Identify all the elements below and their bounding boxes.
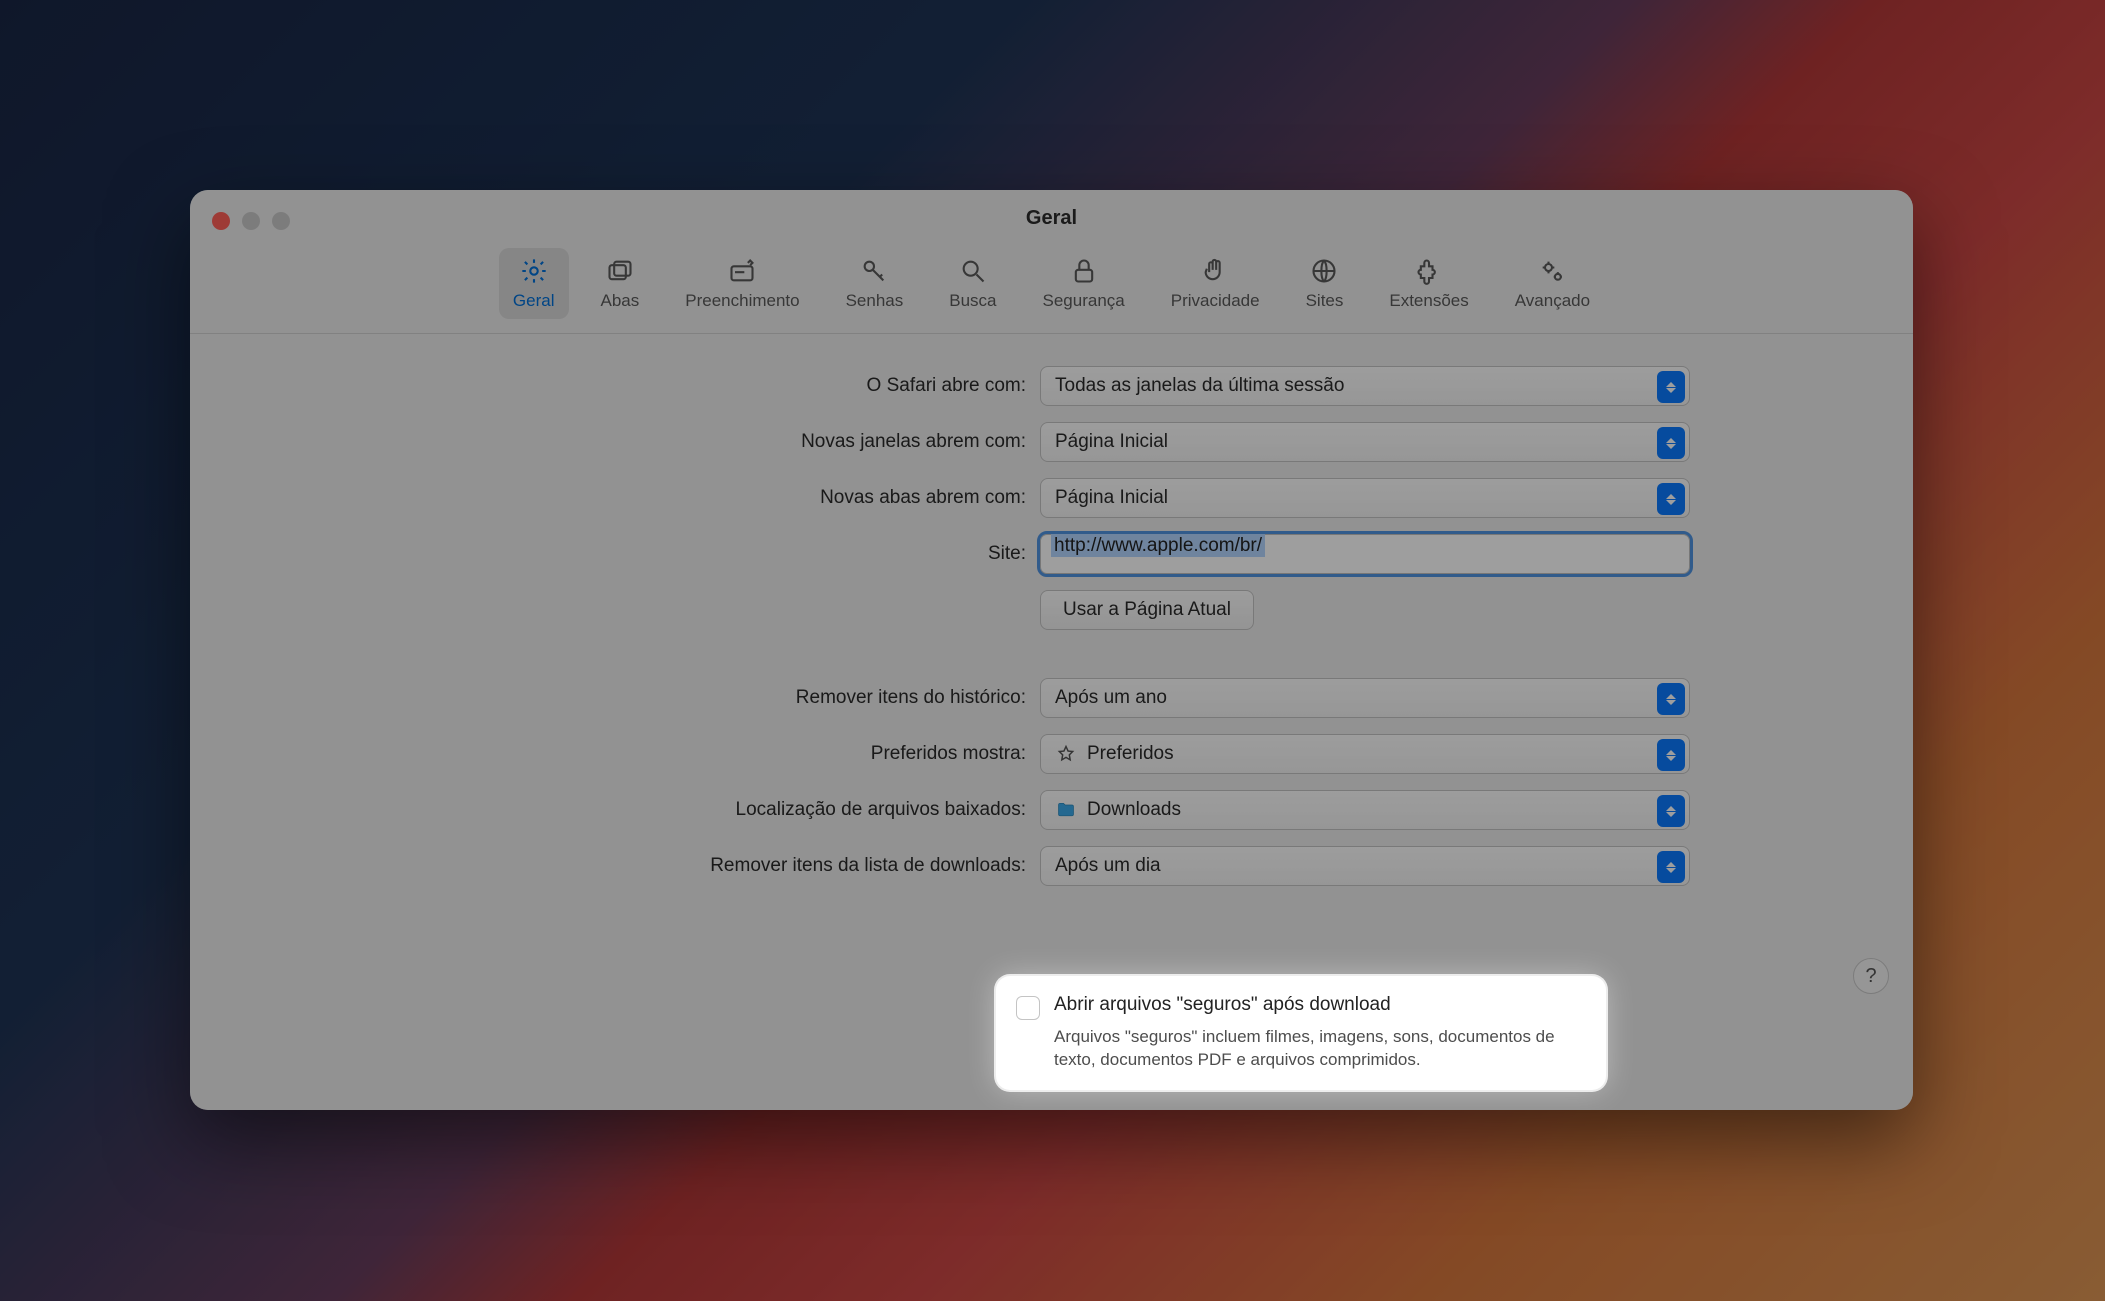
tab-geral[interactable]: Geral: [499, 248, 569, 319]
preferences-window: Geral Geral Abas Preenchimento Senhas Bu…: [190, 190, 1913, 1110]
opens-with-label: O Safari abre com:: [230, 375, 1040, 397]
new-tabs-popup[interactable]: Página Inicial: [1040, 478, 1690, 518]
homepage-label: Site:: [230, 543, 1040, 565]
tab-seguranca[interactable]: Segurança: [1029, 248, 1139, 319]
tab-sites[interactable]: Sites: [1292, 248, 1358, 319]
new-tabs-label: Novas abas abrem com:: [230, 487, 1040, 509]
tab-label: Extensões: [1389, 291, 1468, 311]
gears-icon: [1537, 256, 1567, 286]
hand-icon: [1200, 256, 1230, 286]
folder-icon: [1055, 799, 1077, 821]
chevron-updown-icon: [1657, 851, 1685, 883]
remove-downloads-popup[interactable]: Após um dia: [1040, 846, 1690, 886]
globe-icon: [1309, 256, 1339, 286]
minimize-window-button[interactable]: [242, 212, 260, 230]
help-button[interactable]: ?: [1853, 958, 1889, 994]
tab-label: Preenchimento: [685, 291, 799, 311]
safe-downloads-description: Arquivos "seguros" incluem filmes, image…: [1054, 1026, 1584, 1072]
favorites-value: Preferidos: [1087, 743, 1174, 765]
tab-label: Abas: [601, 291, 640, 311]
remove-downloads-value: Após um dia: [1055, 855, 1161, 877]
remove-history-label: Remover itens do histórico:: [230, 687, 1040, 709]
zoom-window-button[interactable]: [272, 212, 290, 230]
remove-history-popup[interactable]: Após um ano: [1040, 678, 1690, 718]
remove-history-value: Após um ano: [1055, 687, 1167, 709]
tab-label: Sites: [1306, 291, 1344, 311]
homepage-value: http://www.apple.com/br/: [1051, 534, 1265, 557]
new-windows-popup[interactable]: Página Inicial: [1040, 422, 1690, 462]
lock-icon: [1069, 256, 1099, 286]
tab-avancado[interactable]: Avançado: [1501, 248, 1604, 319]
safe-downloads-checkbox-label: Abrir arquivos "seguros" após download: [1054, 994, 1391, 1016]
safe-downloads-checkbox[interactable]: [1016, 996, 1040, 1020]
download-location-value: Downloads: [1087, 799, 1181, 821]
chevron-updown-icon: [1657, 483, 1685, 515]
tab-label: Geral: [513, 291, 555, 311]
chevron-updown-icon: [1657, 739, 1685, 771]
preferences-toolbar: Geral Abas Preenchimento Senhas Busca Se…: [190, 246, 1913, 334]
chevron-updown-icon: [1657, 683, 1685, 715]
general-pane: O Safari abre com: Todas as janelas da ú…: [190, 334, 1913, 1016]
new-windows-label: Novas janelas abrem com:: [230, 431, 1040, 453]
tab-busca[interactable]: Busca: [935, 248, 1010, 319]
favorites-label: Preferidos mostra:: [230, 743, 1040, 765]
safe-downloads-section: Abrir arquivos "seguros" após download A…: [996, 976, 1606, 1090]
titlebar: Geral: [190, 190, 1913, 246]
star-icon: [1055, 743, 1077, 765]
tab-label: Busca: [949, 291, 996, 311]
search-icon: [958, 256, 988, 286]
tab-abas[interactable]: Abas: [587, 248, 654, 319]
puzzle-icon: [1414, 256, 1444, 286]
use-current-page-button[interactable]: Usar a Página Atual: [1040, 590, 1254, 630]
chevron-updown-icon: [1657, 795, 1685, 827]
gear-icon: [519, 256, 549, 286]
key-icon: [859, 256, 889, 286]
tabs-icon: [605, 256, 635, 286]
tab-senhas[interactable]: Senhas: [832, 248, 918, 319]
tab-privacidade[interactable]: Privacidade: [1157, 248, 1274, 319]
opens-with-value: Todas as janelas da última sessão: [1055, 375, 1344, 397]
tab-label: Senhas: [846, 291, 904, 311]
autofill-icon: [727, 256, 757, 286]
new-windows-value: Página Inicial: [1055, 431, 1168, 453]
tab-preenchimento[interactable]: Preenchimento: [671, 248, 813, 319]
button-label: Usar a Página Atual: [1063, 599, 1231, 621]
tab-extensoes[interactable]: Extensões: [1375, 248, 1482, 319]
tab-label: Segurança: [1043, 291, 1125, 311]
tab-label: Privacidade: [1171, 291, 1260, 311]
help-icon: ?: [1865, 965, 1876, 988]
new-tabs-value: Página Inicial: [1055, 487, 1168, 509]
chevron-updown-icon: [1657, 371, 1685, 403]
traffic-lights: [212, 212, 290, 230]
tab-label: Avançado: [1515, 291, 1590, 311]
opens-with-popup[interactable]: Todas as janelas da última sessão: [1040, 366, 1690, 406]
download-location-popup[interactable]: Downloads: [1040, 790, 1690, 830]
download-location-label: Localização de arquivos baixados:: [230, 799, 1040, 821]
homepage-field[interactable]: http://www.apple.com/br/: [1040, 534, 1690, 574]
close-window-button[interactable]: [212, 212, 230, 230]
favorites-popup[interactable]: Preferidos: [1040, 734, 1690, 774]
chevron-updown-icon: [1657, 427, 1685, 459]
remove-downloads-label: Remover itens da lista de downloads:: [230, 855, 1040, 877]
window-title: Geral: [1026, 207, 1077, 230]
